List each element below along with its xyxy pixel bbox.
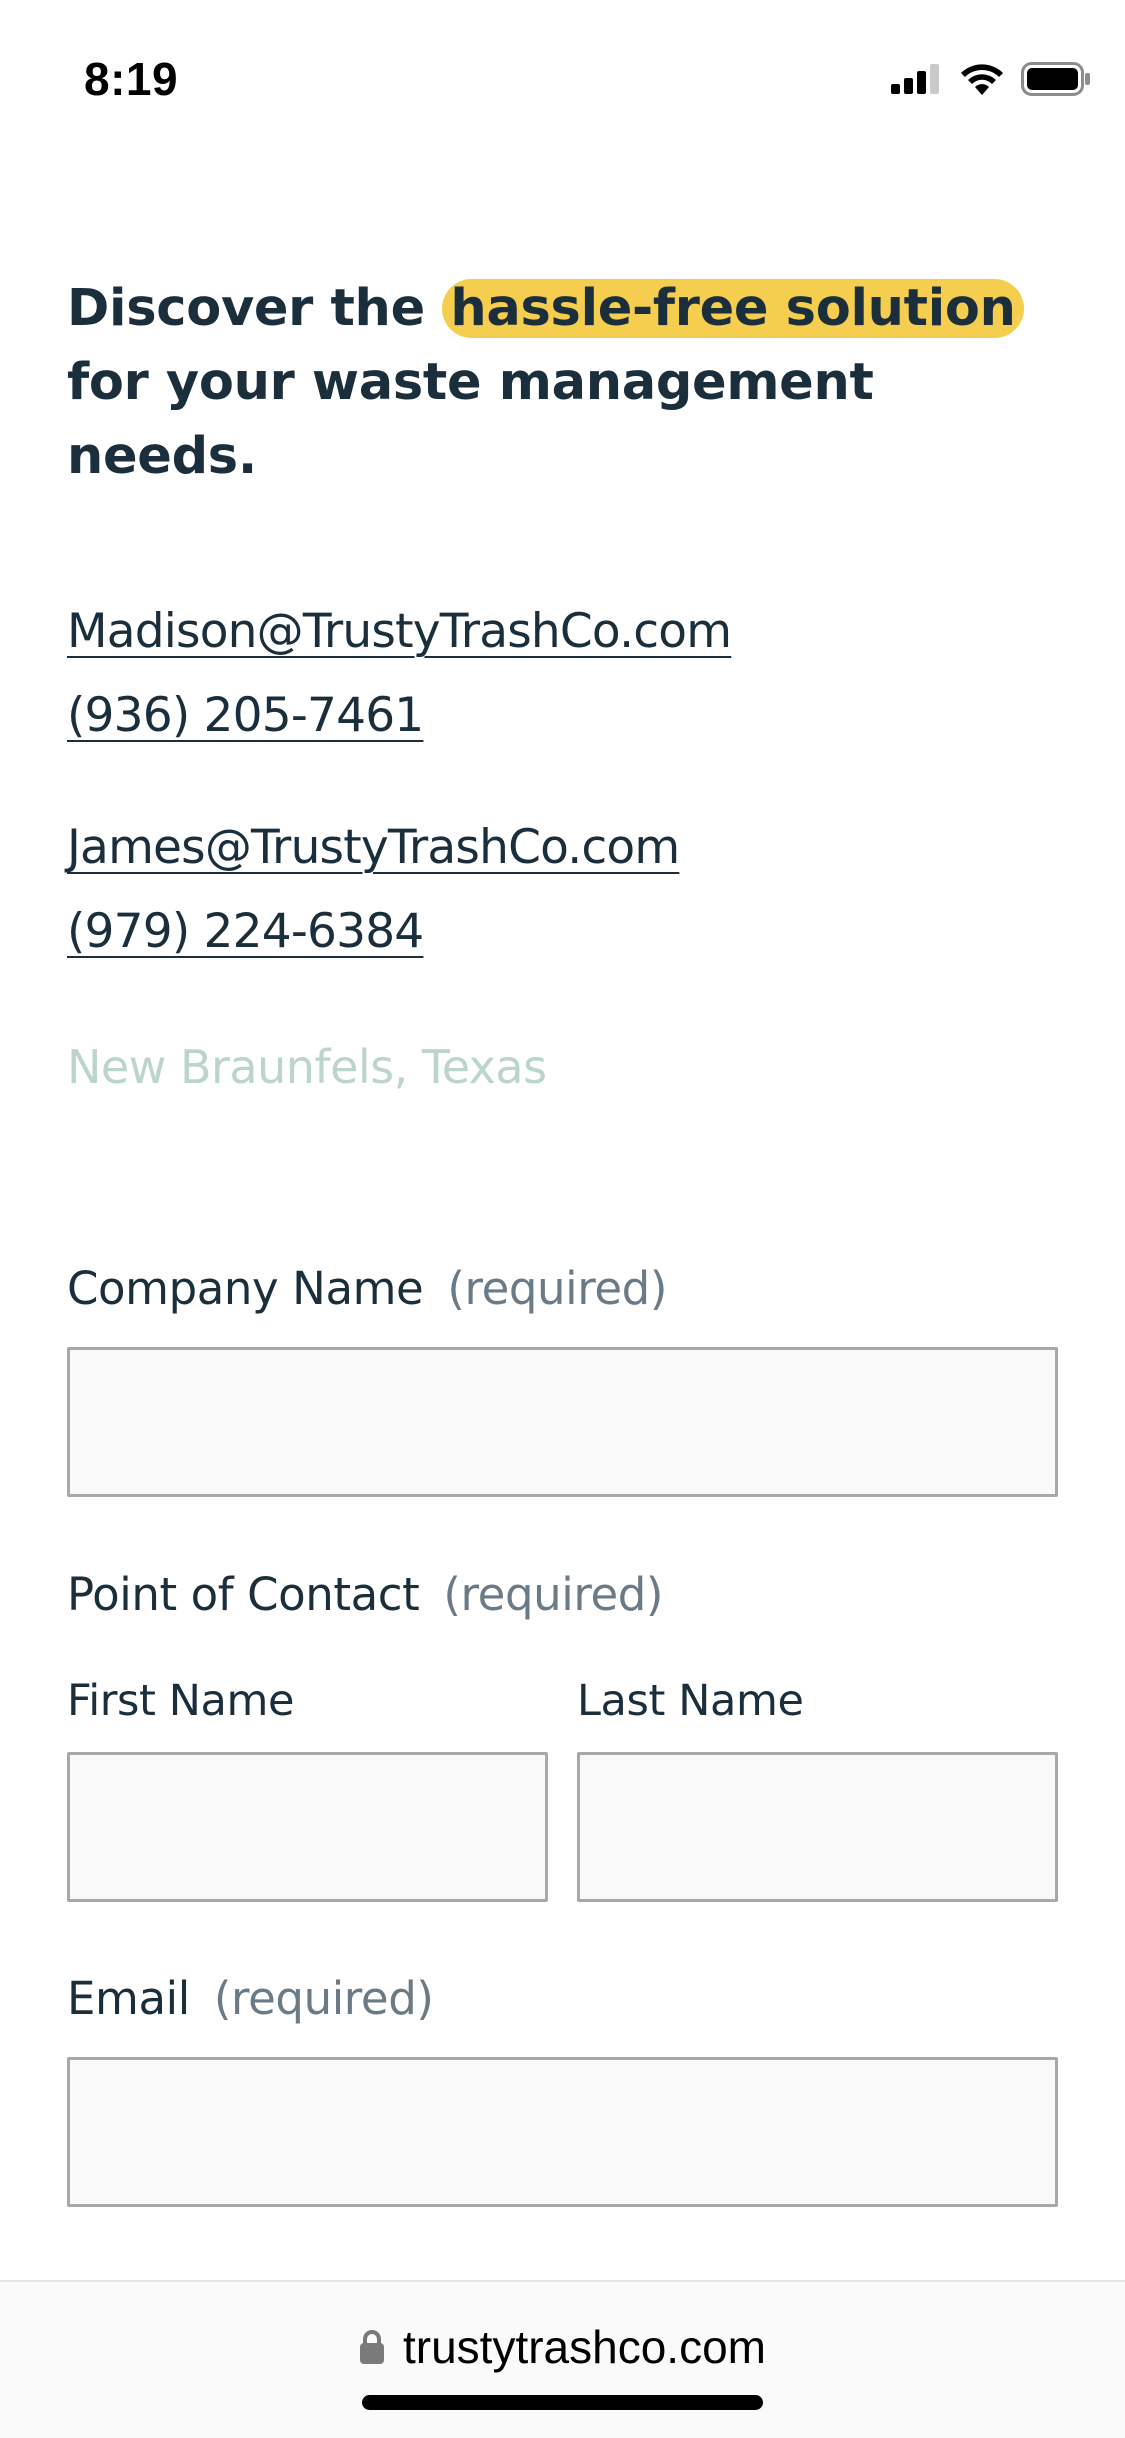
wifi-icon — [961, 64, 1003, 95]
contact-phone-james[interactable]: (979) 224-6384 — [67, 904, 424, 959]
last-name-label: Last Name — [577, 1676, 804, 1726]
battery-icon — [1021, 62, 1090, 96]
contact-email-madison[interactable]: Madison@TrustyTrashCo.com — [67, 604, 732, 659]
company-name-label-text: Company Name — [67, 1262, 424, 1315]
hero-headline: Discover the hassle-free solution for yo… — [67, 272, 1077, 494]
headline-text-before: Discover the — [67, 279, 443, 338]
last-name-input[interactable] — [577, 1752, 1058, 1902]
browser-url-bar[interactable]: trustytrashco.com — [0, 2280, 1125, 2438]
email-label-text: Email — [67, 1972, 190, 2025]
point-of-contact-label: Point of Contact (required) — [67, 1568, 663, 1621]
required-indicator: (required) — [213, 1972, 434, 2025]
contact-email-james[interactable]: James@TrustyTrashCo.com — [67, 820, 680, 875]
email-label: Email (required) — [67, 1972, 434, 2025]
point-of-contact-label-text: Point of Contact — [67, 1568, 420, 1621]
home-indicator[interactable] — [362, 2395, 763, 2410]
first-name-input[interactable] — [67, 1752, 548, 1902]
url-text[interactable]: trustytrashco.com — [403, 2320, 766, 2374]
headline-text-after: for your waste management needs. — [67, 353, 874, 486]
lock-icon — [360, 2330, 384, 2364]
required-indicator: (required) — [443, 1568, 664, 1621]
status-icons — [891, 62, 1091, 96]
email-input[interactable] — [67, 2057, 1058, 2207]
location-text: New Braunfels, Texas — [67, 1040, 547, 1094]
status-time: 8:19 — [84, 53, 179, 105]
status-bar: 8:19 — [0, 0, 1125, 150]
contact-phone-madison[interactable]: (936) 205-7461 — [67, 688, 424, 743]
required-indicator: (required) — [447, 1262, 668, 1315]
cellular-signal-icon — [891, 64, 939, 94]
company-name-label: Company Name (required) — [67, 1262, 667, 1315]
url-container[interactable]: trustytrashco.com — [0, 2320, 1125, 2374]
first-name-label: First Name — [67, 1676, 295, 1726]
headline-highlight: hassle-free solution — [442, 279, 1024, 338]
company-name-input[interactable] — [67, 1347, 1058, 1497]
